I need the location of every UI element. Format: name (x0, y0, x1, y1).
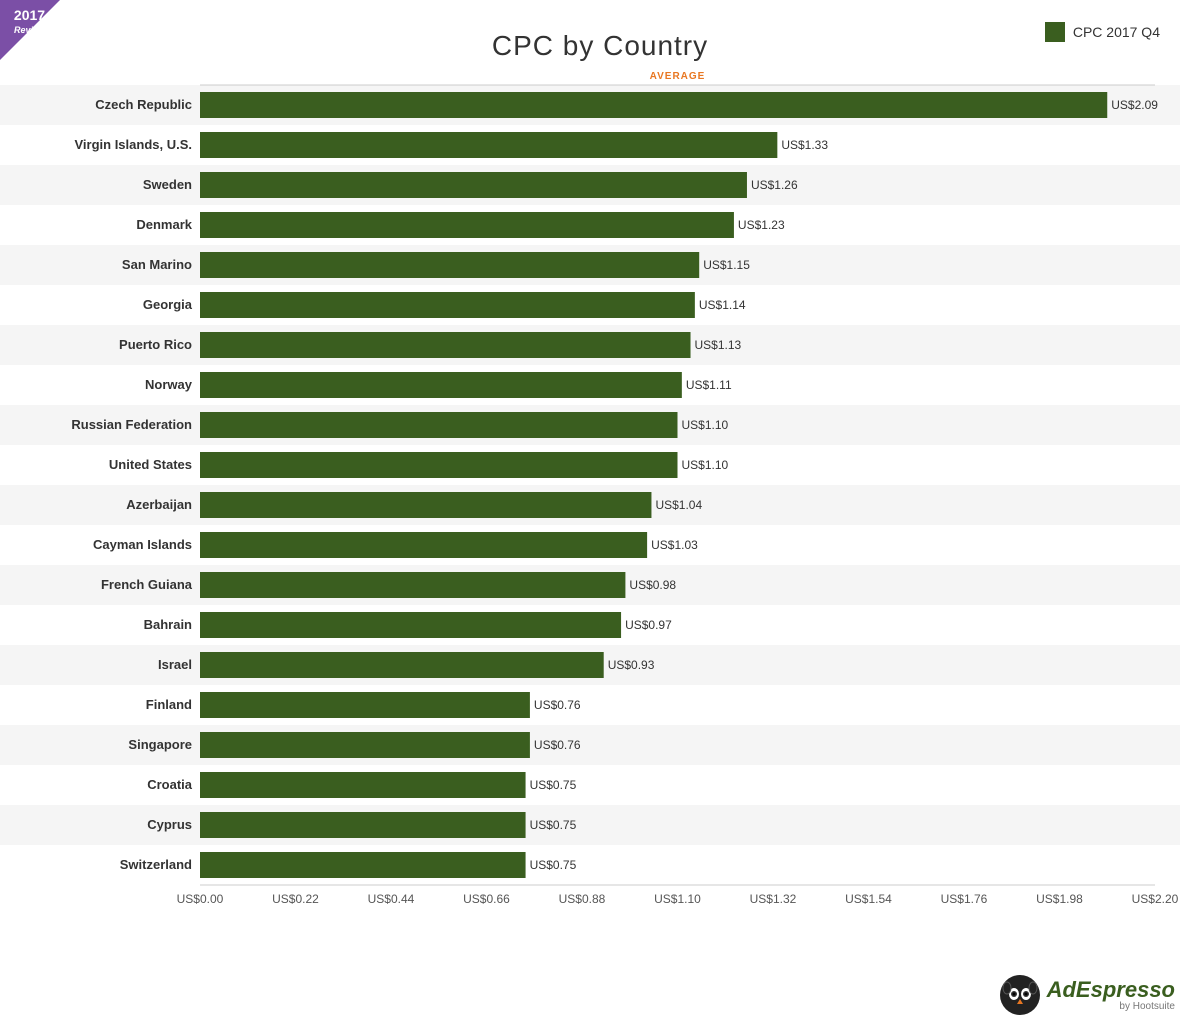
svg-text:United States: United States (109, 457, 192, 472)
svg-text:US$2.20: US$2.20 (1132, 892, 1179, 906)
svg-text:US$1.32: US$1.32 (750, 892, 797, 906)
svg-text:US$0.00: US$0.00 (177, 892, 224, 906)
svg-text:Singapore: Singapore (128, 737, 192, 752)
svg-text:US$0.66: US$0.66 (463, 892, 510, 906)
svg-text:US$0.75: US$0.75 (530, 818, 577, 832)
svg-text:Israel: Israel (158, 657, 192, 672)
footer: AdEspresso by Hootsuite (999, 974, 1175, 1016)
chart-area: US$0.00 US$0.22 US$0.44 US$0.66 US$0.88 US$1.… (0, 60, 1200, 969)
svg-text:US$1.10: US$1.10 (682, 418, 729, 432)
svg-text:Switzerland: Switzerland (120, 857, 192, 872)
svg-text:US$1.26: US$1.26 (751, 178, 798, 192)
svg-text:Cayman Islands: Cayman Islands (93, 537, 192, 552)
svg-text:US$0.76: US$0.76 (534, 738, 581, 752)
svg-text:US$1.33: US$1.33 (781, 138, 828, 152)
owl-icon (999, 974, 1041, 1016)
by-hootsuite-text: by Hootsuite (1047, 1001, 1175, 1012)
svg-text:US$0.76: US$0.76 (534, 698, 581, 712)
svg-text:French Guiana: French Guiana (101, 577, 193, 592)
svg-text:Bahrain: Bahrain (144, 617, 192, 632)
svg-text:US$1.13: US$1.13 (695, 338, 742, 352)
adespresso-text: AdEspresso (1047, 979, 1175, 1001)
svg-text:US$0.88: US$0.88 (559, 892, 606, 906)
svg-text:US$1.76: US$1.76 (941, 892, 988, 906)
svg-text:US$1.98: US$1.98 (1036, 892, 1083, 906)
chart-container: 2017 Review CPC by Country CPC 2017 Q4 U… (0, 0, 1200, 1024)
svg-text:Finland: Finland (146, 697, 192, 712)
badge-text: 2017 Review (2, 8, 57, 37)
svg-text:Azerbaijan: Azerbaijan (126, 497, 192, 512)
svg-text:US$1.10: US$1.10 (682, 458, 729, 472)
svg-text:Norway: Norway (145, 377, 193, 392)
badge-area: 2017 Review (0, 0, 80, 80)
svg-text:US$1.11: US$1.11 (686, 378, 732, 392)
svg-text:Croatia: Croatia (147, 777, 193, 792)
adespresso-branding: AdEspresso by Hootsuite (1047, 979, 1175, 1012)
svg-text:US$0.75: US$0.75 (530, 858, 577, 872)
svg-text:Georgia: Georgia (143, 297, 193, 312)
svg-text:US$1.54: US$1.54 (845, 892, 892, 906)
legend: CPC 2017 Q4 (1045, 22, 1160, 42)
svg-text:US$1.23: US$1.23 (738, 218, 785, 232)
svg-text:US$0.93: US$0.93 (608, 658, 655, 672)
svg-text:US$1.04: US$1.04 (655, 498, 702, 512)
svg-text:Cyprus: Cyprus (147, 817, 192, 832)
svg-text:Puerto Rico: Puerto Rico (119, 337, 192, 352)
svg-text:US$1.10: US$1.10 (654, 892, 701, 906)
badge-review: Review (14, 25, 45, 35)
svg-text:AVERAGE: AVERAGE (650, 71, 706, 82)
badge-year: 2017 (14, 7, 45, 23)
svg-text:Denmark: Denmark (136, 217, 192, 232)
svg-text:US$1.03: US$1.03 (651, 538, 698, 552)
chart-title: CPC by Country (492, 30, 708, 61)
legend-label: CPC 2017 Q4 (1073, 24, 1160, 40)
svg-text:US$0.44: US$0.44 (368, 892, 415, 906)
svg-text:US$0.75: US$0.75 (530, 778, 577, 792)
legend-color-box (1045, 22, 1065, 42)
svg-text:US$0.22: US$0.22 (272, 892, 319, 906)
svg-text:Russian Federation: Russian Federation (71, 417, 192, 432)
svg-text:US$1.15: US$1.15 (703, 258, 750, 272)
svg-text:Sweden: Sweden (143, 177, 192, 192)
svg-text:US$2.09: US$2.09 (1111, 98, 1158, 112)
svg-text:US$0.98: US$0.98 (629, 578, 676, 592)
title-area: CPC by Country (20, 20, 1180, 62)
svg-text:US$1.14: US$1.14 (699, 298, 746, 312)
svg-text:Czech Republic: Czech Republic (95, 97, 192, 112)
svg-text:Virgin Islands, U.S.: Virgin Islands, U.S. (74, 137, 192, 152)
svg-text:US$0.97: US$0.97 (625, 618, 672, 632)
svg-text:San Marino: San Marino (122, 257, 192, 272)
